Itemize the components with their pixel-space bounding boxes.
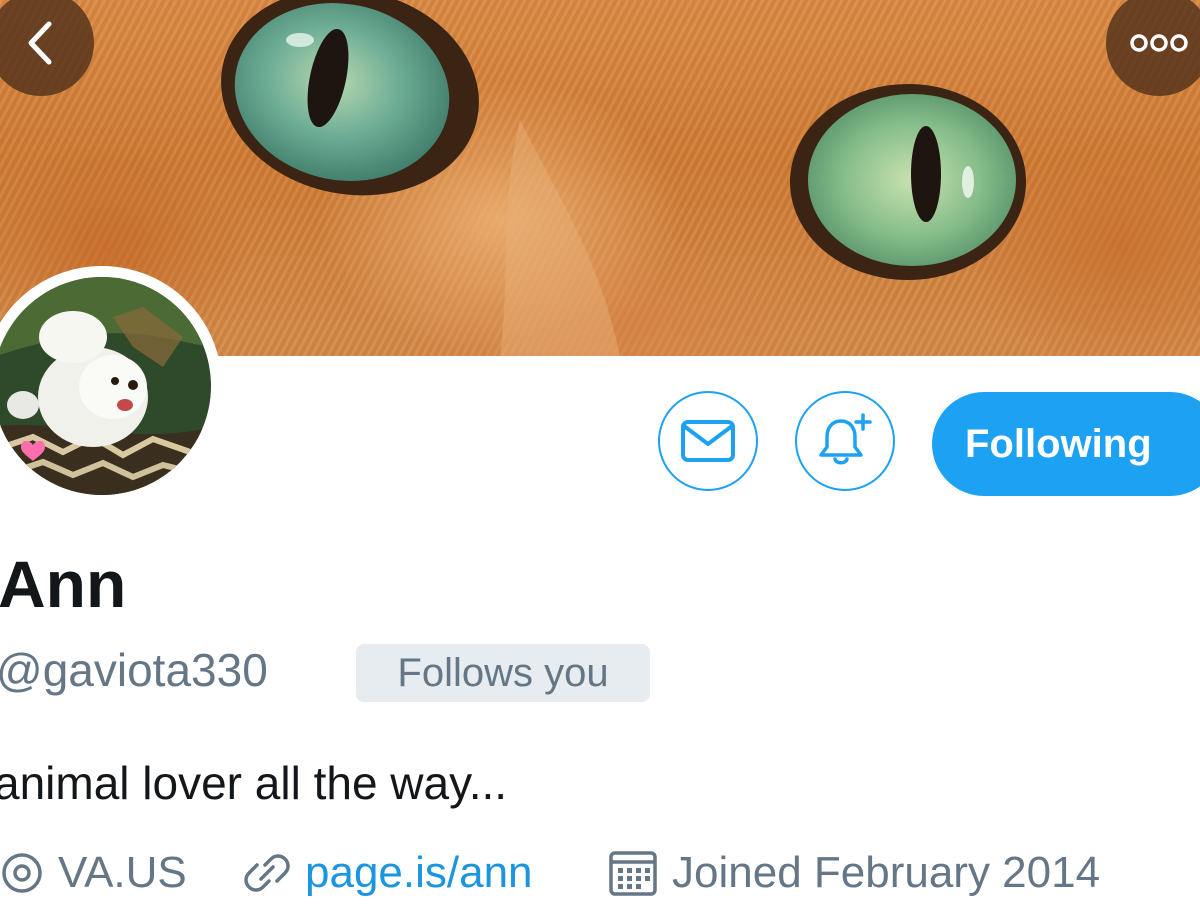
- location-text: VA.US: [58, 848, 187, 897]
- joined-text: Joined February 2014: [672, 848, 1101, 897]
- bell-plus-icon: [819, 413, 872, 465]
- chevron-left-icon: [28, 21, 52, 65]
- profile-name: Ann: [0, 547, 127, 621]
- envelope-icon: [681, 420, 735, 462]
- website-text[interactable]: page.is/ann: [305, 848, 533, 898]
- notifications-button[interactable]: [795, 391, 895, 491]
- profile-joined-date: Joined February 2014: [608, 840, 1100, 906]
- more-horizontal-icon: [1130, 34, 1188, 52]
- profile-bio: animal lover all the way...: [0, 757, 508, 809]
- calendar-icon: [609, 851, 657, 896]
- follows-you-badge: Follows you: [356, 644, 650, 702]
- link-icon: [244, 854, 290, 892]
- avatar-image: [0, 277, 211, 495]
- location-pin-icon: [2, 853, 42, 893]
- profile-handle: @gaviota330: [0, 644, 268, 696]
- message-button[interactable]: [658, 391, 758, 491]
- profile-location: VA.US: [0, 840, 187, 906]
- profile-website-link[interactable]: page.is/ann: [243, 840, 533, 906]
- following-button[interactable]: Following: [932, 392, 1200, 496]
